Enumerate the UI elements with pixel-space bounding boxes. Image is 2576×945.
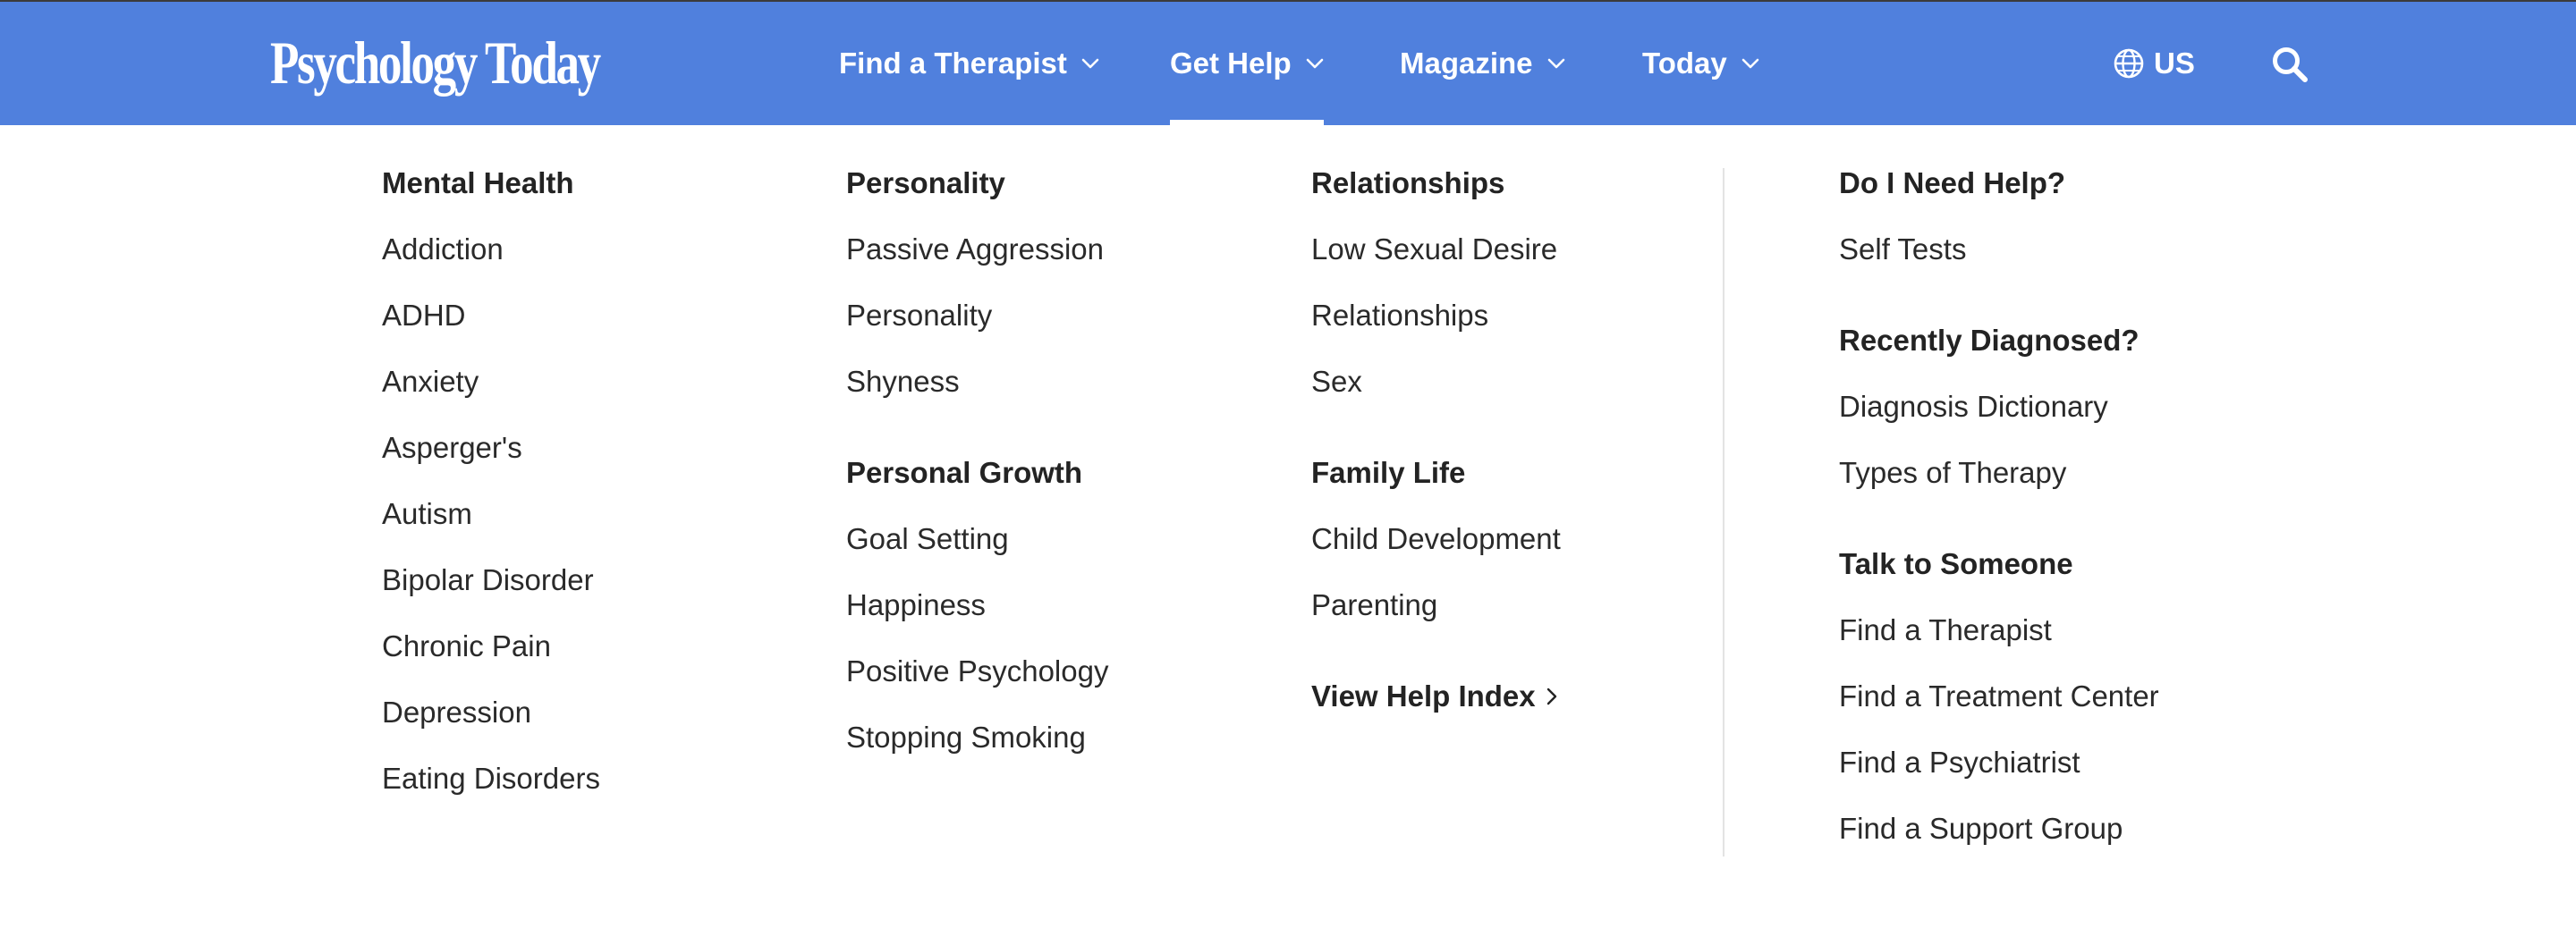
menu-link[interactable]: Goal Setting bbox=[846, 519, 1108, 560]
menu-column-personality: Personality Passive Aggression Personali… bbox=[846, 163, 1108, 758]
chevron-down-icon bbox=[1741, 58, 1759, 69]
menu-link[interactable]: Find a Treatment Center bbox=[1839, 676, 2159, 717]
nav-label: Today bbox=[1642, 46, 1727, 80]
menu-link[interactable]: Passive Aggression bbox=[846, 229, 1108, 270]
menu-link[interactable]: Anxiety bbox=[382, 361, 600, 402]
nav-label: Get Help bbox=[1170, 46, 1292, 80]
menu-link[interactable]: Types of Therapy bbox=[1839, 452, 2159, 494]
nav-label: Find a Therapist bbox=[839, 46, 1067, 80]
section-heading: Personality bbox=[846, 166, 1005, 199]
chevron-down-icon bbox=[1306, 58, 1324, 69]
menu-link[interactable]: Asperger's bbox=[382, 427, 600, 468]
chevron-down-icon bbox=[1081, 58, 1099, 69]
menu-link[interactable]: Bipolar Disorder bbox=[382, 560, 600, 601]
menu-link[interactable]: Positive Psychology bbox=[846, 651, 1108, 692]
menu-link[interactable]: Eating Disorders bbox=[382, 758, 600, 799]
menu-link[interactable]: Stopping Smoking bbox=[846, 717, 1108, 758]
chevron-down-icon bbox=[1547, 58, 1565, 69]
menu-link[interactable]: Depression bbox=[382, 692, 600, 733]
menu-link[interactable]: Diagnosis Dictionary bbox=[1839, 386, 2159, 427]
section-heading: Talk to Someone bbox=[1839, 547, 2073, 580]
menu-link[interactable]: Sex bbox=[1311, 361, 1561, 402]
locale-selector[interactable]: US bbox=[2113, 2, 2195, 125]
section-heading: Recently Diagnosed? bbox=[1839, 324, 2140, 357]
menu-link[interactable]: Self Tests bbox=[1839, 229, 2159, 270]
column-divider bbox=[1723, 168, 1724, 856]
menu-link[interactable]: ADHD bbox=[382, 295, 600, 336]
menu-link[interactable]: Find a Support Group bbox=[1839, 808, 2159, 849]
menu-link[interactable]: Autism bbox=[382, 494, 600, 535]
section-heading: Do I Need Help? bbox=[1839, 166, 2066, 199]
menu-link[interactable]: Find a Psychiatrist bbox=[1839, 742, 2159, 783]
menu-link[interactable]: Addiction bbox=[382, 229, 600, 270]
nav-label: Magazine bbox=[1400, 46, 1533, 80]
menu-link[interactable]: Shyness bbox=[846, 361, 1108, 402]
nav-magazine[interactable]: Magazine bbox=[1400, 2, 1565, 125]
search-icon[interactable] bbox=[2270, 45, 2309, 84]
menu-column-mental-health: Mental Health Addiction ADHD Anxiety Asp… bbox=[382, 163, 600, 799]
nav-get-help[interactable]: Get Help bbox=[1170, 2, 1324, 125]
menu-link[interactable]: Find a Therapist bbox=[1839, 610, 2159, 651]
site-logo[interactable]: Psychology Today bbox=[270, 25, 601, 100]
section-heading: Relationships bbox=[1311, 166, 1505, 199]
nav-today[interactable]: Today bbox=[1642, 2, 1759, 125]
menu-link[interactable]: Parenting bbox=[1311, 585, 1561, 626]
menu-link[interactable]: Chronic Pain bbox=[382, 626, 600, 667]
section-heading: Family Life bbox=[1311, 456, 1466, 489]
menu-link[interactable]: Relationships bbox=[1311, 295, 1561, 336]
view-help-index-link[interactable]: View Help Index bbox=[1311, 676, 1561, 717]
menu-link[interactable]: Low Sexual Desire bbox=[1311, 229, 1561, 270]
locale-label: US bbox=[2154, 46, 2195, 80]
menu-column-relationships: Relationships Low Sexual Desire Relation… bbox=[1311, 163, 1561, 717]
section-heading: Personal Growth bbox=[846, 456, 1083, 489]
view-help-index-label: View Help Index bbox=[1311, 679, 1536, 713]
globe-icon bbox=[2113, 47, 2145, 80]
menu-link[interactable]: Personality bbox=[846, 295, 1108, 336]
top-nav-bar: Psychology Today Find a Therapist Get He… bbox=[0, 0, 2576, 125]
menu-link[interactable]: Child Development bbox=[1311, 519, 1561, 560]
menu-column-help-resources: Do I Need Help? Self Tests Recently Diag… bbox=[1839, 163, 2159, 849]
menu-link[interactable]: Happiness bbox=[846, 585, 1108, 626]
chevron-right-icon bbox=[1546, 688, 1557, 705]
nav-find-a-therapist[interactable]: Find a Therapist bbox=[839, 2, 1099, 125]
section-heading: Mental Health bbox=[382, 166, 574, 199]
